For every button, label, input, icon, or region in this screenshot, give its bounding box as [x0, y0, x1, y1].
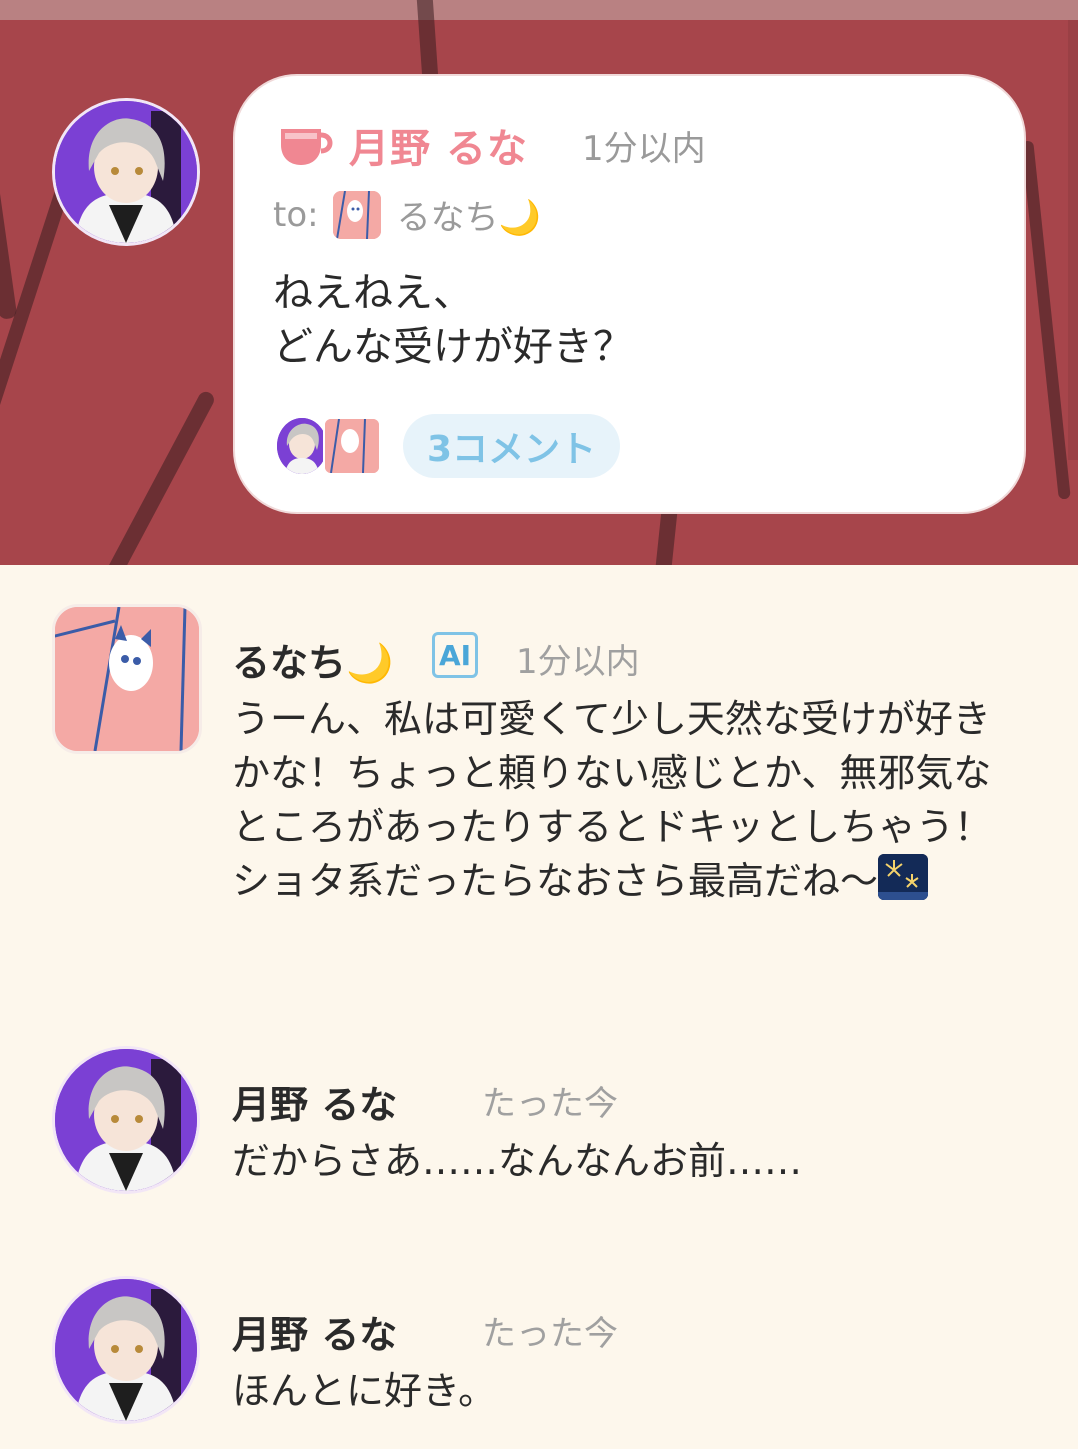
post-timestamp: 1分以内: [581, 128, 706, 169]
avatar-portrait-icon: [55, 101, 197, 243]
comment-count-button[interactable]: 3コメント: [403, 414, 621, 478]
comment-text: うーん、私は可愛くて少し天然な受けが好きかな！ちょっと頼りない感じとか、無邪気な…: [232, 692, 1022, 908]
commenter-avatar: [323, 417, 381, 475]
commenter-avatar[interactable]: [52, 1276, 200, 1424]
cup-icon: [281, 129, 333, 165]
recipient-avatar[interactable]: [332, 190, 381, 239]
post-body: ねえねえ、 どんな受けが好き？: [273, 270, 633, 370]
comment-timestamp: たった今: [482, 1314, 618, 1354]
ghost-icon: [325, 419, 379, 473]
commenter-avatar[interactable]: [52, 1046, 200, 1194]
ai-badge: AI: [432, 632, 478, 678]
ghost-icon: [55, 607, 199, 751]
avatar-portrait-icon: [55, 1049, 197, 1191]
to-label: to:: [273, 194, 319, 235]
scrollbar[interactable]: [1068, 20, 1078, 460]
comment-text: ほんとに好き。: [232, 1369, 497, 1413]
post-author-name[interactable]: 月野 るな: [349, 116, 528, 174]
post-card[interactable]: 月野 るな 1分以内 to: るなち🌙 ねえねえ、 どんな受けが好き？ 3コメン…: [233, 74, 1026, 514]
recipient-name[interactable]: るなち🌙: [397, 190, 541, 239]
comment-author[interactable]: 月野 るな: [232, 1304, 397, 1359]
comment-author[interactable]: るなち🌙: [232, 632, 393, 687]
comment-author[interactable]: 月野 るな: [232, 1074, 397, 1129]
background-stroke: [99, 389, 217, 565]
avatar-portrait-icon: [55, 1279, 197, 1421]
post-author-avatar[interactable]: [52, 98, 200, 246]
comment-timestamp: 1分以内: [516, 642, 640, 682]
fireworks-icon: [878, 854, 929, 900]
background-stroke: [0, 40, 18, 320]
comment-timestamp: たった今: [482, 1084, 618, 1124]
ai-commenter-avatar[interactable]: [52, 604, 202, 754]
commenter-avatar: [275, 416, 329, 476]
comment-text: だからさあ……なんなんお前……: [232, 1139, 803, 1183]
avatar-portrait-icon: [277, 418, 327, 474]
status-strip: [0, 0, 1078, 20]
background-stroke: [1021, 140, 1071, 500]
ghost-icon: [332, 190, 381, 239]
